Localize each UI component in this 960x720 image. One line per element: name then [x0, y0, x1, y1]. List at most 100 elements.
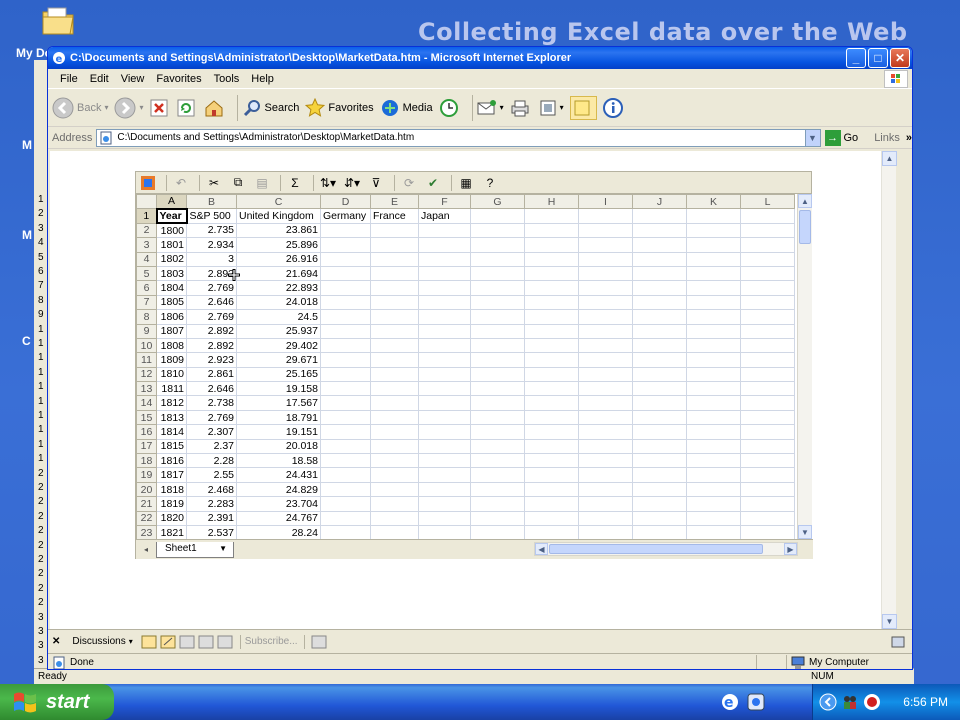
chevron-down-icon[interactable]: ▾ [500, 103, 504, 112]
table-cell[interactable]: 23.861 [236, 222, 321, 239]
table-cell[interactable]: 28.24 [236, 524, 321, 539]
discussion-server-icon[interactable] [890, 635, 906, 649]
table-cell[interactable] [470, 251, 525, 267]
table-cell[interactable] [418, 453, 471, 469]
table-cell[interactable] [470, 395, 525, 411]
table-cell[interactable] [578, 337, 633, 354]
table-cell[interactable] [470, 265, 525, 282]
table-cell[interactable] [418, 524, 471, 539]
undo-icon[interactable]: ↶ [171, 174, 191, 192]
chevron-right-icon[interactable]: » [906, 132, 912, 144]
column-header[interactable]: I [578, 194, 633, 210]
table-cell[interactable] [320, 352, 371, 368]
table-cell[interactable]: 22.893 [236, 280, 321, 296]
row-header[interactable]: 7 [136, 294, 157, 311]
table-cell[interactable] [320, 222, 371, 239]
table-cell[interactable] [470, 467, 525, 483]
table-cell[interactable] [632, 481, 687, 498]
table-cell[interactable]: 17.567 [236, 395, 321, 411]
table-cell[interactable]: 21.694 [236, 265, 321, 282]
table-cell[interactable] [632, 467, 687, 483]
table-cell[interactable] [740, 366, 795, 383]
table-cell[interactable] [578, 510, 633, 526]
history-button[interactable] [439, 98, 462, 118]
table-cell[interactable] [524, 510, 579, 526]
table-cell[interactable] [740, 496, 795, 512]
table-cell[interactable]: 1800 [156, 222, 187, 239]
table-cell[interactable] [686, 323, 741, 339]
table-cell[interactable]: 2.735 [186, 222, 237, 239]
table-cell[interactable] [524, 395, 579, 411]
table-cell[interactable] [418, 237, 471, 253]
table-cell[interactable]: 1808 [156, 337, 187, 354]
table-cell[interactable]: 1818 [156, 481, 187, 498]
table-cell[interactable] [418, 337, 471, 354]
scroll-up-icon[interactable]: ▲ [798, 194, 812, 208]
table-cell[interactable] [524, 294, 579, 311]
table-cell[interactable] [370, 222, 419, 239]
table-cell[interactable] [470, 237, 525, 253]
table-cell[interactable] [740, 294, 795, 311]
table-cell[interactable]: 1806 [156, 309, 187, 325]
table-cell[interactable] [740, 251, 795, 267]
scroll-down-icon[interactable]: ▼ [798, 525, 812, 539]
table-cell[interactable] [686, 222, 741, 239]
table-cell[interactable] [524, 481, 579, 498]
table-cell[interactable] [740, 481, 795, 498]
table-cell[interactable] [370, 265, 419, 282]
table-cell[interactable] [578, 395, 633, 411]
table-cell[interactable] [686, 510, 741, 526]
table-cell[interactable] [418, 265, 471, 282]
row-header[interactable]: 22 [136, 510, 157, 526]
table-cell[interactable] [524, 222, 579, 239]
table-cell[interactable]: 1807 [156, 323, 187, 339]
row-header[interactable]: 20 [136, 481, 157, 498]
column-header[interactable]: D [320, 194, 371, 210]
table-cell[interactable]: 1816 [156, 453, 187, 469]
table-cell[interactable] [418, 496, 471, 512]
column-header[interactable]: A [156, 194, 187, 210]
table-cell[interactable] [632, 208, 687, 224]
table-cell[interactable] [370, 366, 419, 383]
row-header[interactable]: 21 [136, 496, 157, 512]
table-cell[interactable]: 2.391 [186, 510, 237, 526]
edit-discussion-icon[interactable] [160, 635, 176, 649]
notes-button[interactable] [569, 95, 597, 120]
column-header[interactable]: L [740, 194, 795, 210]
table-cell[interactable] [578, 481, 633, 498]
table-cell[interactable] [740, 510, 795, 526]
table-cell[interactable] [470, 208, 525, 224]
row-header[interactable]: 2 [136, 222, 157, 239]
table-cell[interactable] [686, 208, 741, 224]
table-cell[interactable] [632, 265, 687, 282]
table-cell[interactable] [632, 352, 687, 368]
table-cell[interactable] [418, 222, 471, 239]
table-cell[interactable]: 2.468 [186, 481, 237, 498]
row-header[interactable]: 9 [136, 323, 157, 339]
table-cell[interactable]: 1812 [156, 395, 187, 411]
forward-button[interactable]: ▾ [114, 97, 144, 119]
maximize-button[interactable]: □ [868, 48, 888, 68]
table-cell[interactable]: 1809 [156, 352, 187, 368]
table-cell[interactable]: 1817 [156, 467, 187, 483]
table-cell[interactable] [418, 323, 471, 339]
app-quicklaunch-icon[interactable] [746, 692, 766, 712]
table-cell[interactable]: 1821 [156, 524, 187, 539]
row-header[interactable]: 10 [136, 337, 157, 354]
table-cell[interactable] [470, 222, 525, 239]
network-users-icon[interactable] [841, 693, 859, 711]
table-cell[interactable]: 18.791 [236, 409, 321, 426]
table-cell[interactable] [470, 280, 525, 296]
row-header[interactable]: 11 [136, 352, 157, 368]
menu-favorites[interactable]: Favorites [150, 73, 207, 85]
table-cell[interactable] [470, 524, 525, 539]
help-icon[interactable]: ? [480, 174, 500, 192]
table-cell[interactable] [370, 381, 419, 397]
table-cell[interactable] [578, 453, 633, 469]
paste-icon[interactable]: ▤ [252, 174, 272, 192]
table-cell[interactable] [686, 381, 741, 397]
table-cell[interactable] [524, 237, 579, 253]
table-cell[interactable]: 29.402 [236, 337, 321, 354]
reply-discussion-icon[interactable] [179, 635, 195, 649]
table-cell[interactable] [470, 438, 525, 455]
